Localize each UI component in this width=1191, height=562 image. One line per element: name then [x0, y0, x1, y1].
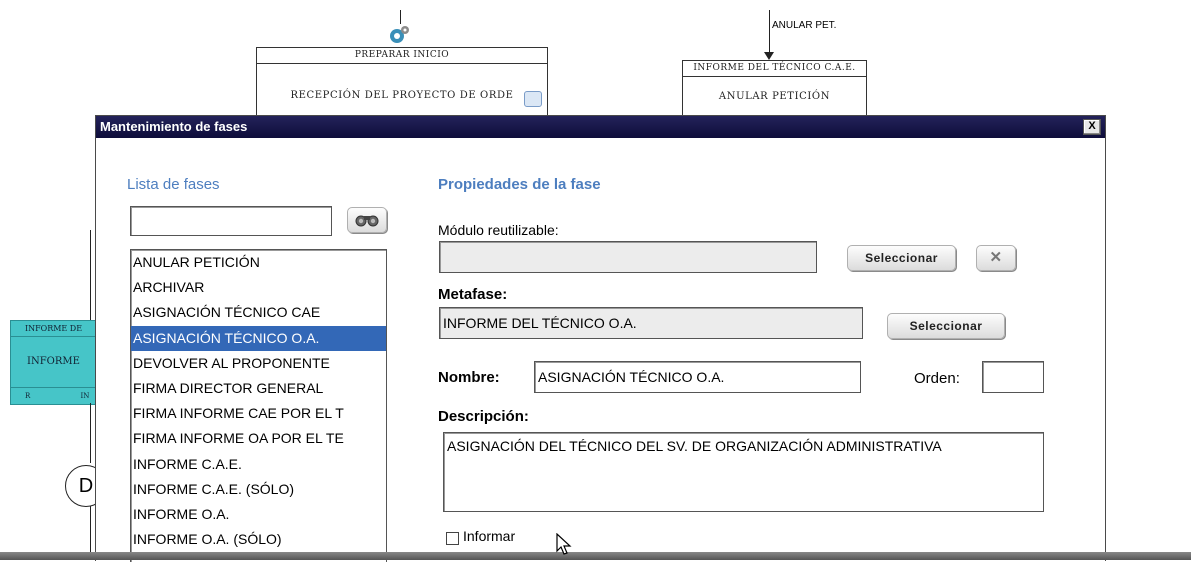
button-label: Seleccionar: [909, 319, 983, 333]
modulo-seleccionar-button[interactable]: Seleccionar: [847, 245, 956, 271]
phase-search-input[interactable]: [130, 206, 332, 236]
node-body: RECEPCIÓN DEL PROYECTO DE ORDE: [290, 90, 514, 101]
connector-line: [90, 403, 91, 463]
circle-letter: D: [78, 475, 94, 497]
connector-line: [769, 10, 770, 54]
phase-list-item[interactable]: FIRMA DIRECTOR GENERAL: [131, 376, 386, 401]
node-foot-r: R: [25, 392, 31, 400]
close-icon: X: [1088, 120, 1096, 132]
dialog-titlebar[interactable]: Mantenimiento de fases X: [96, 116, 1105, 138]
connector-line: [400, 10, 401, 24]
node-header: INFORME DE: [11, 321, 96, 337]
bottom-edge: [0, 552, 1191, 560]
modulo-label: Módulo reutilizable:: [438, 222, 559, 238]
clear-icon: ✕: [989, 249, 1003, 266]
binoculars-icon: [355, 215, 379, 227]
informar-label: Informar: [463, 528, 516, 544]
node-preparar-inicio[interactable]: PREPARAR INICIO RECEPCIÓN DEL PROYECTO D…: [256, 47, 548, 117]
descripcion-textarea[interactable]: ASIGNACIÓN DEL TÉCNICO DEL SV. DE ORGANI…: [443, 432, 1044, 512]
gear-icon: [387, 22, 411, 46]
phase-list-item[interactable]: ASIGNACIÓN TÉCNICO O.A.: [131, 325, 386, 351]
phase-list-item[interactable]: ARCHIVAR: [131, 275, 386, 300]
phase-list-item[interactable]: INFORME C.A.E. (SÓLO): [131, 477, 386, 502]
phase-list-item[interactable]: DEVOLVER AL PROPONENTE: [131, 351, 386, 376]
mantenimiento-fases-dialog: Mantenimiento de fases X Lista de fases …: [95, 115, 1106, 562]
nombre-input[interactable]: ASIGNACIÓN TÉCNICO O.A.: [534, 361, 861, 393]
phases-list[interactable]: ANULAR PETICIÓN ARCHIVAR ASIGNACIÓN TÉCNIC…: [130, 249, 387, 562]
close-button[interactable]: X: [1083, 119, 1101, 135]
node-informe-teal[interactable]: INFORME DE INFORME R IN: [10, 320, 97, 405]
search-button[interactable]: [347, 207, 387, 233]
phase-list-item[interactable]: INFORME O.A. (SÓLO): [131, 527, 386, 552]
node-body: INFORME: [27, 356, 80, 367]
orden-label: Orden:: [914, 370, 960, 387]
descripcion-label: Descripción:: [438, 408, 529, 425]
clear-module-button[interactable]: ✕: [976, 245, 1016, 271]
properties-heading: Propiedades de la fase: [438, 176, 601, 193]
metafase-field[interactable]: INFORME DEL TÉCNICO O.A.: [439, 307, 863, 339]
node-foot-in: IN: [80, 392, 90, 400]
informar-checkbox[interactable]: [446, 532, 459, 545]
node-informe-tecnico-cae[interactable]: INFORME DEL TÉCNICO C.A.E. ANULAR PETICI…: [682, 60, 867, 117]
orden-input[interactable]: [982, 361, 1044, 393]
anular-pet-label: ANULAR PET.: [772, 20, 837, 31]
button-label: Seleccionar: [865, 251, 938, 265]
phase-list-item[interactable]: INFORME C.A.E.: [131, 452, 386, 477]
link-icon: [524, 91, 542, 107]
modulo-field[interactable]: [439, 241, 817, 273]
arrow-down-icon: [764, 52, 774, 60]
metafase-seleccionar-button[interactable]: Seleccionar: [887, 313, 1005, 339]
mouse-cursor-icon: [556, 532, 574, 561]
phase-list-item[interactable]: INFORME O.A.: [131, 502, 386, 527]
nombre-label: Nombre:: [438, 369, 500, 386]
metafase-label: Metafase:: [438, 286, 508, 303]
phase-list-item[interactable]: FIRMA INFORME CAE POR EL T: [131, 401, 386, 426]
connector-line: [90, 230, 91, 320]
node-header: INFORME DEL TÉCNICO C.A.E.: [683, 61, 866, 77]
phase-list-item[interactable]: FIRMA INFORME OA POR EL TE: [131, 426, 386, 451]
phase-list-item[interactable]: ANULAR PETICIÓN: [131, 250, 386, 275]
dialog-title: Mantenimiento de fases: [100, 119, 248, 134]
list-heading: Lista de fases: [127, 176, 220, 193]
node-header: PREPARAR INICIO: [257, 48, 547, 64]
phase-list-item[interactable]: ASIGNACIÓN TÉCNICO CAE: [131, 300, 386, 325]
node-body: ANULAR PETICIÓN: [718, 91, 831, 102]
